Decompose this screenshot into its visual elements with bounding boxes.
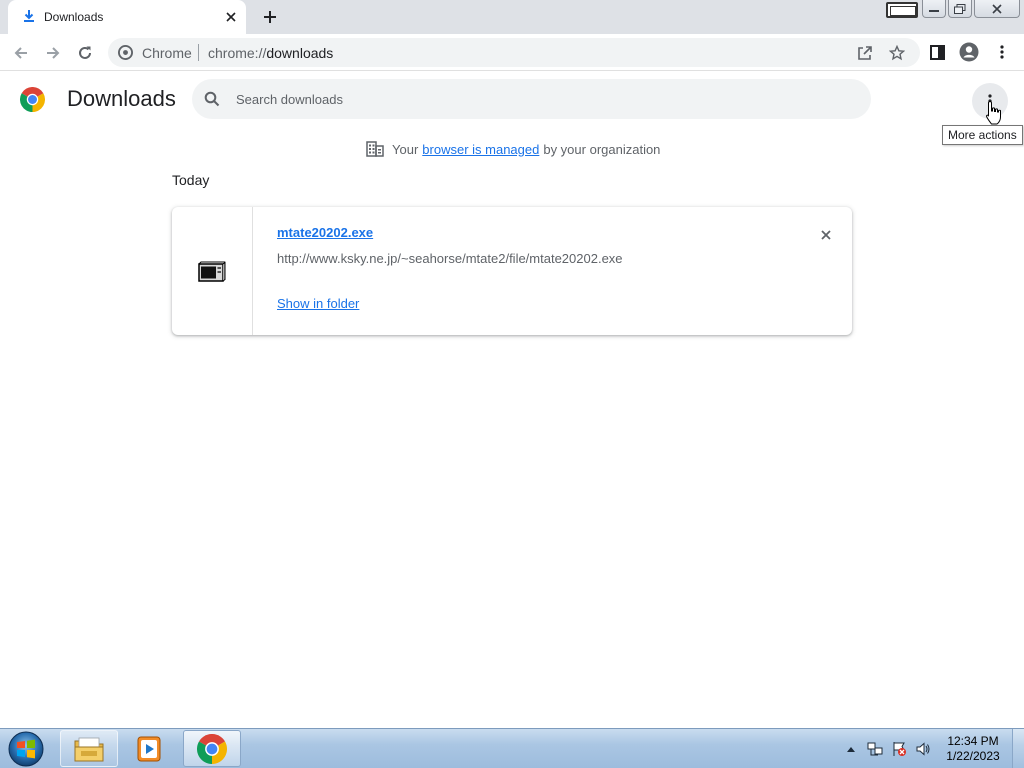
close-icon — [226, 12, 236, 22]
start-button[interactable] — [6, 730, 46, 768]
taskbar-chrome[interactable] — [183, 730, 241, 767]
tab-title: Downloads — [44, 10, 104, 24]
restore-button[interactable] — [948, 0, 972, 18]
building-icon — [366, 141, 384, 157]
browser-toolbar: Chrome chrome://downloads — [0, 34, 1024, 71]
clock-time: 12:34 PM — [947, 734, 999, 748]
star-icon — [889, 45, 905, 61]
file-icon-column — [172, 207, 253, 335]
managed-suffix: by your organization — [543, 141, 661, 157]
tray-action-center[interactable] — [890, 740, 908, 758]
window-close-button[interactable] — [974, 0, 1020, 18]
page-title: Downloads — [67, 86, 176, 111]
url-text: chrome://downloads — [208, 45, 333, 61]
share-icon — [858, 46, 872, 60]
back-icon — [14, 47, 27, 59]
network-icon — [867, 742, 883, 756]
share-button[interactable] — [856, 44, 874, 62]
restore-icon — [954, 3, 966, 14]
windows-start-icon — [8, 731, 44, 767]
omnibox-divider — [198, 44, 199, 61]
profile-button[interactable] — [957, 40, 981, 64]
profile-icon — [959, 42, 979, 62]
origin-chip: Chrome — [142, 45, 192, 61]
browser-managed-link[interactable]: browser is managed — [422, 142, 539, 157]
tray-volume[interactable] — [914, 740, 932, 758]
tray-network[interactable] — [866, 740, 884, 758]
show-hidden-icons-button[interactable] — [842, 740, 860, 758]
chrome-logo-icon — [20, 87, 45, 112]
forward-icon — [47, 47, 60, 59]
search-input[interactable] — [236, 85, 836, 113]
side-panel-icon — [929, 44, 945, 60]
side-panel-button[interactable] — [925, 40, 949, 64]
url-scheme: chrome:// — [208, 45, 267, 61]
more-actions-tooltip: More actions — [942, 125, 1023, 145]
clock-date: 1/22/2023 — [946, 749, 1000, 763]
managed-notice: Your browser is managed by your organiza… — [366, 140, 660, 158]
downloads-header: Downloads — [0, 71, 1024, 127]
window-ornament — [886, 2, 918, 18]
volume-icon — [916, 742, 930, 756]
show-desktop-button[interactable] — [1012, 729, 1024, 768]
taskbar-media-player[interactable] — [120, 730, 178, 767]
plus-icon — [264, 11, 276, 23]
reload-button[interactable] — [72, 40, 98, 66]
show-in-folder-link[interactable]: Show in folder — [277, 296, 359, 311]
minimize-button[interactable] — [922, 0, 946, 18]
search-icon — [204, 91, 220, 107]
reload-icon — [79, 46, 91, 59]
tab-strip: Downloads — [0, 0, 1024, 34]
download-file-link[interactable]: mtate20202.exe — [277, 225, 373, 240]
bookmark-star-button[interactable] — [888, 44, 906, 62]
tab-downloads[interactable]: Downloads — [8, 0, 246, 34]
exe-file-icon — [198, 261, 226, 282]
file-explorer-icon — [74, 737, 104, 761]
taskbar-file-explorer[interactable] — [60, 730, 118, 767]
search-box[interactable] — [192, 79, 871, 119]
close-icon — [821, 230, 831, 240]
url-path: downloads — [266, 45, 334, 61]
remove-download-button[interactable] — [816, 225, 836, 245]
chrome-icon — [118, 45, 133, 60]
forward-button[interactable] — [40, 40, 66, 66]
taskbar-clock[interactable]: 12:34 PM 1/22/2023 — [942, 734, 1004, 764]
window-controls — [922, 0, 1020, 20]
back-button[interactable] — [8, 40, 34, 66]
chrome-taskbar-icon — [197, 733, 227, 764]
download-source-url: http://www.ksky.ne.jp/~seahorse/mtate2/f… — [277, 251, 623, 266]
minimize-icon — [929, 9, 939, 12]
system-tray — [842, 729, 932, 768]
tab-close-button[interactable] — [222, 8, 240, 26]
download-item: mtate20202.exe http://www.ksky.ne.jp/~se… — [172, 207, 852, 335]
hand-cursor-icon — [986, 100, 1001, 125]
action-center-icon — [893, 742, 906, 756]
chrome-menu-button[interactable] — [990, 40, 1014, 64]
close-icon — [992, 3, 1002, 14]
chevron-up-icon — [847, 747, 855, 752]
kebab-menu-icon — [1000, 45, 1004, 59]
new-tab-button[interactable] — [258, 6, 282, 28]
address-bar[interactable]: Chrome chrome://downloads — [108, 38, 920, 67]
managed-prefix: Your — [392, 141, 419, 157]
windows-taskbar: 12:34 PM 1/22/2023 — [0, 728, 1024, 768]
download-icon — [24, 10, 34, 22]
date-header: Today — [172, 172, 210, 188]
media-player-icon — [137, 736, 161, 761]
